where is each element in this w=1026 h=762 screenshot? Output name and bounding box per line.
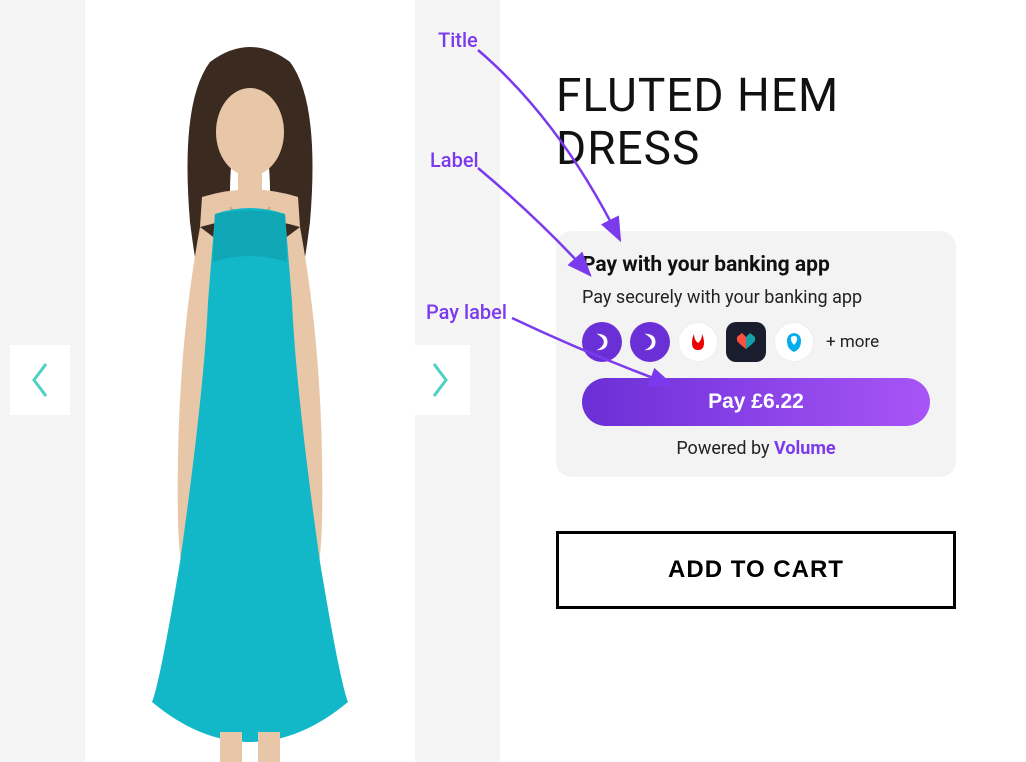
powered-by-prefix: Powered by (676, 438, 774, 459)
chevron-right-icon (428, 360, 452, 400)
powered-by: Powered by Volume (582, 438, 930, 459)
barclays-bank-icon (774, 322, 814, 362)
powered-by-brand: Volume (774, 438, 836, 459)
gallery-prev-button[interactable] (10, 345, 70, 415)
pay-widget-label: Pay securely with your banking app (582, 287, 930, 308)
santander-bank-icon (678, 322, 718, 362)
product-title: FLUTED HEM DRESS (556, 70, 986, 176)
product-image (85, 0, 415, 762)
gallery-next-button[interactable] (410, 345, 470, 415)
product-gallery (0, 0, 500, 762)
monzo-bank-icon (726, 322, 766, 362)
more-banks-text: + more (826, 332, 879, 352)
starling-bank-icon (582, 322, 622, 362)
pay-button[interactable]: Pay £6.22 (582, 378, 930, 426)
add-to-cart-button[interactable]: ADD TO CART (556, 531, 956, 609)
pay-widget: Pay with your banking app Pay securely w… (556, 231, 956, 477)
chevron-left-icon (28, 360, 52, 400)
pay-widget-title: Pay with your banking app (582, 253, 930, 277)
starling-bank-icon (630, 322, 670, 362)
bank-icons-row: + more (582, 322, 930, 362)
